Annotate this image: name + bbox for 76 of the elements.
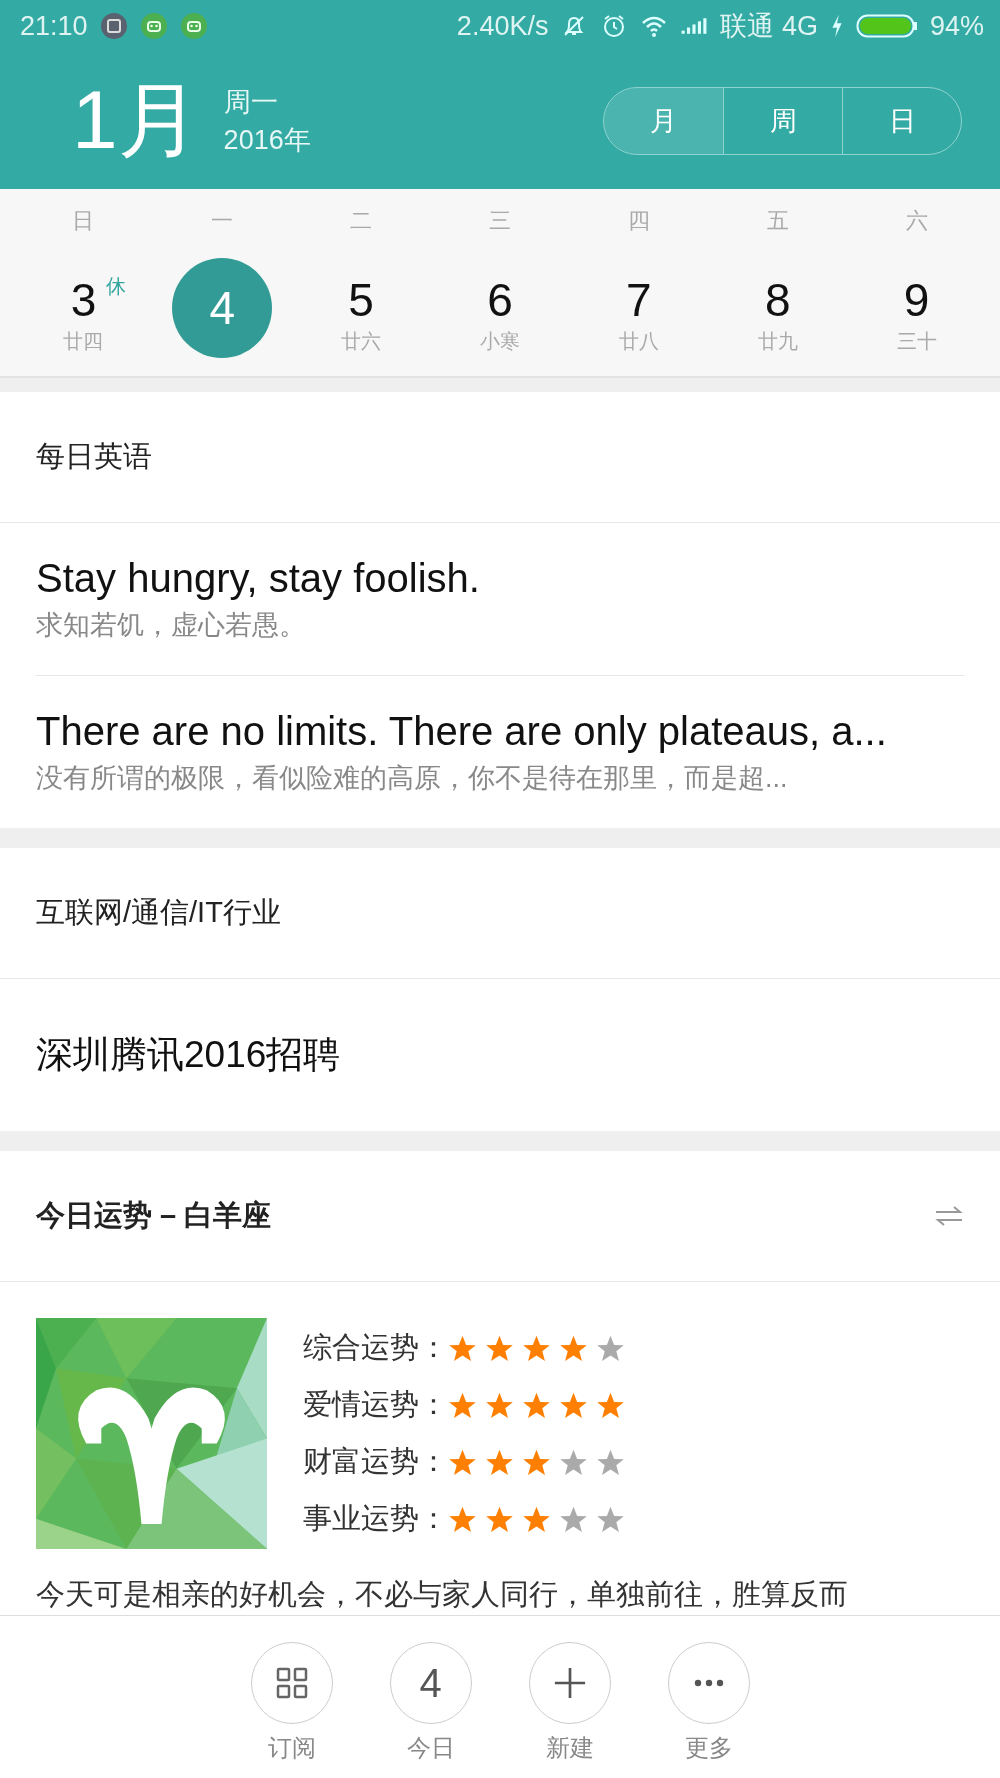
star-icon [448, 1447, 477, 1477]
weekday-heading: 二 [349, 207, 374, 235]
carrier-label: 联通 4G [720, 10, 818, 43]
star-icon [448, 1504, 477, 1534]
weekday-heading: 四 [626, 207, 651, 235]
robot-icon [139, 12, 168, 40]
star-icon [485, 1333, 514, 1363]
grid-icon [275, 1667, 308, 1699]
network-speed: 2.40K/s [456, 10, 549, 42]
section-title: 每日英语 [36, 439, 152, 474]
section-title: 互联网/通信/IT行业 [36, 895, 281, 930]
date-number[interactable]: 3 [70, 274, 97, 326]
status-time: 21:10 [20, 10, 88, 42]
aries-sign-icon [36, 1318, 267, 1549]
star-icon [522, 1390, 551, 1420]
star-icon [522, 1333, 551, 1363]
star-icon [448, 1390, 477, 1420]
star-icon [485, 1390, 514, 1420]
toolbar-label: 今日 [406, 1733, 455, 1763]
toolbar-label: 新建 [545, 1733, 594, 1763]
star-icon [559, 1390, 588, 1420]
date-number[interactable]: 5 [348, 274, 374, 326]
swap-icon[interactable] [934, 1204, 964, 1228]
rating-label: 财富运势： [303, 1444, 448, 1479]
star-icon [522, 1504, 551, 1534]
date-number[interactable]: 7 [626, 274, 652, 326]
lunar-date: 廿六 [341, 329, 382, 354]
quote-item[interactable]: Stay hungry, stay foolish. 求知若饥，虚心若愚。 [36, 523, 964, 676]
star-icon [596, 1447, 625, 1477]
weekday-heading: 五 [765, 207, 790, 235]
horoscope-title: 今日运势 – 白羊座 [36, 1198, 272, 1233]
weekday-heading: 三 [488, 207, 512, 235]
toolbar-label: 订阅 [267, 1733, 316, 1763]
horoscope-text: 今天可是相亲的好机会，不必与家人同行，单独前往，胜算反而 [36, 1578, 848, 1610]
notification-icon [99, 12, 128, 40]
chinese-translation: 求知若饥，虚心若愚。 [36, 608, 307, 642]
star-icon [559, 1333, 588, 1363]
toolbar-label: 更多 [684, 1733, 733, 1763]
job-listing[interactable]: 深圳腾讯2016招聘 [36, 1030, 341, 1080]
robot-icon [179, 12, 208, 40]
star-icon [559, 1447, 588, 1477]
lunar-date: 小寒 [480, 329, 520, 354]
year-label: 2016年 [223, 123, 311, 157]
star-icon [596, 1333, 625, 1363]
star-icon [596, 1390, 625, 1420]
date-number[interactable]: 8 [764, 274, 791, 326]
weekday-heading: 日 [71, 207, 96, 235]
star-icon [485, 1447, 514, 1477]
plus-icon [553, 1667, 586, 1699]
star-icon [485, 1504, 514, 1534]
weekday-heading: 六 [904, 207, 929, 235]
lunar-date: 廿四 [63, 329, 104, 354]
chinese-translation: 没有所谓的极限，看似险难的高原，你不是待在那里，而是超... [36, 761, 789, 795]
holiday-label: 休 [106, 274, 126, 299]
rating-label: 爱情运势： [303, 1387, 448, 1422]
star-icon [596, 1504, 625, 1534]
weekday-heading: 一 [210, 207, 235, 235]
month-title: 1月 [72, 72, 200, 167]
rating-label: 综合运势： [303, 1330, 448, 1365]
english-quote: Stay hungry, stay foolish. [36, 555, 481, 601]
lunar-date: 廿八 [618, 329, 659, 354]
more-icon [693, 1679, 724, 1687]
star-icon [448, 1333, 477, 1363]
battery-percent: 94% [929, 10, 984, 42]
star-icon [522, 1447, 551, 1477]
today-button[interactable]: 4 [389, 1642, 472, 1724]
lunar-date: 廿九 [757, 329, 798, 354]
date-number[interactable]: 6 [487, 274, 513, 326]
weekday-label: 周一 [223, 85, 279, 119]
battery-icon [855, 13, 918, 39]
lunar-date: 三十 [896, 329, 937, 354]
star-icon [559, 1504, 588, 1534]
date-number[interactable]: 9 [903, 274, 930, 326]
quote-item[interactable]: There are no limits. There are only plateaus, a... 没有所谓的极限，看似险难的高原，你不是待在那里，而是超... [36, 676, 964, 828]
rating-label: 事业运势： [303, 1501, 448, 1536]
english-quote: There are no limits. There are only plateaus, a... [36, 708, 888, 754]
